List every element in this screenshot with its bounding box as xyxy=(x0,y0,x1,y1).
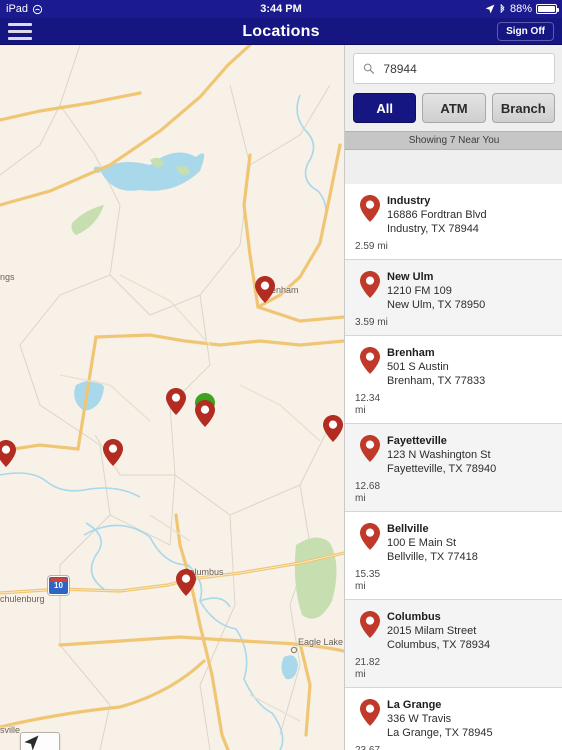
location-distance: 12.68 mi xyxy=(355,481,381,504)
list-item[interactable]: La Grange 336 W Travis La Grange, TX 789… xyxy=(345,688,562,750)
location-city-state-zip: Bellville, TX 77418 xyxy=(387,551,478,563)
location-pin-icon xyxy=(353,346,387,374)
filter-atm-button[interactable]: ATM xyxy=(422,93,486,123)
filter-branch-button[interactable]: Branch xyxy=(491,93,555,123)
location-address: 501 S Austin xyxy=(387,361,449,373)
location-name: Bellville xyxy=(387,523,429,535)
clock: 3:44 PM xyxy=(260,3,302,15)
location-city-state-zip: Columbus, TX 78934 xyxy=(387,639,491,651)
location-address: 16886 Fordtran Blvd xyxy=(387,209,487,221)
location-address: 1210 FM 109 xyxy=(387,285,452,297)
location-address: 2015 Milam Street xyxy=(387,625,477,637)
location-city-state-zip: Brenham, TX 77833 xyxy=(387,375,486,387)
location-address: 336 W Travis xyxy=(387,713,452,725)
map-pin-bellville[interactable] xyxy=(323,415,343,442)
location-name: Columbus xyxy=(387,611,441,623)
list-item[interactable]: New Ulm 1210 FM 109 New Ulm, TX 78950 3.… xyxy=(345,260,562,336)
map-pin-edge-west[interactable] xyxy=(0,440,16,467)
list-item[interactable]: Brenham 501 S Austin Brenham, TX 77833 1… xyxy=(345,336,562,424)
locations-screen: iPad 3:44 PM 88% Locations Sign Off ngs … xyxy=(0,0,562,750)
location-city-state-zip: New Ulm, TX 78950 xyxy=(387,299,486,311)
list-item[interactable]: Bellville 100 E Main St Bellville, TX 77… xyxy=(345,512,562,600)
battery-icon xyxy=(536,4,559,14)
location-name: La Grange xyxy=(387,699,442,711)
locate-arrow-icon xyxy=(24,735,39,750)
map-pin-brenham[interactable] xyxy=(255,276,275,303)
search-box[interactable] xyxy=(353,53,555,84)
location-name: New Ulm xyxy=(387,271,434,283)
list-item[interactable]: Columbus 2015 Milam Street Columbus, TX … xyxy=(345,600,562,688)
search-input[interactable] xyxy=(381,60,545,77)
list-item[interactable]: Industry 16886 Fordtran Blvd Industry, T… xyxy=(345,184,562,260)
locations-list[interactable]: Industry 16886 Fordtran Blvd Industry, T… xyxy=(345,184,562,750)
map-label: ngs xyxy=(0,272,15,282)
map-label: Eagle Lake xyxy=(298,637,344,647)
location-distance: 2.59 mi xyxy=(355,241,388,252)
locate-me-button[interactable] xyxy=(20,732,60,750)
location-pin-icon xyxy=(353,434,387,462)
map-label: sville xyxy=(0,725,21,735)
search-container xyxy=(345,45,562,84)
map-pin-la-grange[interactable] xyxy=(103,439,123,466)
location-distance: 21.82 mi xyxy=(355,657,381,680)
results-count-header: Showing 7 Near You xyxy=(345,131,562,150)
location-distance: 15.35 mi xyxy=(355,569,381,592)
map-label: chulenburg xyxy=(0,594,45,604)
location-pin-icon xyxy=(353,610,387,638)
map-pin-fayetteville[interactable] xyxy=(166,388,186,415)
location-city-state-zip: La Grange, TX 78945 xyxy=(387,727,493,739)
search-icon xyxy=(363,63,375,74)
location-address: 123 N Washington St xyxy=(387,449,491,461)
location-pin-icon xyxy=(353,270,387,298)
location-name: Industry xyxy=(387,195,431,207)
sign-off-button[interactable]: Sign Off xyxy=(497,22,554,41)
map-pin-new-ulm[interactable] xyxy=(195,400,215,427)
location-distance: 23.67 mi xyxy=(353,745,393,750)
map-view[interactable]: ngs Brenham Columbus chulenburg Eagle La… xyxy=(0,45,344,750)
location-distance: 3.59 mi xyxy=(355,317,388,328)
navigation-bar: Locations Sign Off xyxy=(0,18,562,45)
page-title: Locations xyxy=(242,23,320,40)
map-pin-columbus[interactable] xyxy=(176,569,196,596)
location-arrow-icon xyxy=(485,4,495,14)
location-distance: 12.34 mi xyxy=(355,393,381,416)
location-address: 100 E Main St xyxy=(387,537,457,549)
filter-all-button[interactable]: All xyxy=(353,93,417,123)
bluetooth-icon xyxy=(500,3,505,13)
filter-segmented-control: All ATM Branch xyxy=(345,84,562,131)
location-pin-icon xyxy=(353,522,387,550)
list-item[interactable]: Fayetteville 123 N Washington St Fayette… xyxy=(345,424,562,512)
status-bar-right: 88% xyxy=(485,3,559,15)
battery-percent: 88% xyxy=(509,3,532,15)
location-pin-icon xyxy=(353,194,387,222)
location-pin-icon xyxy=(353,698,387,726)
highway-shield-icon: 10 xyxy=(48,576,69,595)
location-city-state-zip: Fayetteville, TX 78940 xyxy=(387,463,497,475)
location-name: Brenham xyxy=(387,347,435,359)
status-bar: iPad 3:44 PM 88% xyxy=(0,0,562,18)
location-name: Fayetteville xyxy=(387,435,447,447)
locations-panel: All ATM Branch Showing 7 Near You Indust… xyxy=(344,45,562,750)
location-city-state-zip: Industry, TX 78944 xyxy=(387,223,479,235)
